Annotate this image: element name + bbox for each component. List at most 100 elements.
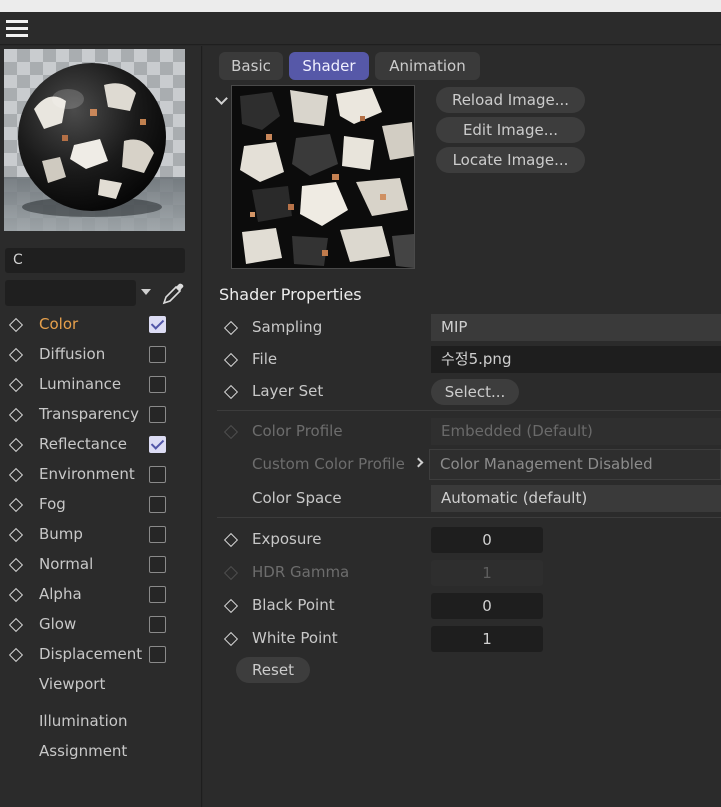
chevron-right-icon[interactable]	[413, 457, 424, 468]
keyframe-diamond-icon[interactable]	[8, 437, 24, 453]
separator	[217, 410, 721, 411]
channel-checkbox[interactable]	[149, 466, 166, 483]
keyframe-diamond-icon[interactable]	[8, 557, 24, 573]
assignment-item[interactable]: Assignment	[39, 742, 127, 760]
channel-item-glow[interactable]: Glow	[0, 611, 200, 641]
custom-color-profile-field: Color Management Disabled	[429, 449, 721, 480]
keyframe-diamond-icon[interactable]	[223, 384, 239, 400]
channel-item-diffusion[interactable]: Diffusion	[0, 341, 200, 371]
keyframe-diamond-icon[interactable]	[223, 352, 239, 368]
keyframe-diamond-icon[interactable]	[223, 532, 239, 548]
white-point-label: White Point	[252, 629, 338, 647]
layer-set-select-button[interactable]: Select...	[431, 379, 519, 405]
locate-image-button[interactable]: Locate Image...	[436, 147, 585, 173]
channel-panel: C Color Diffusion Luminance Transparency Ref…	[0, 46, 202, 807]
keyframe-diamond-icon	[223, 565, 239, 581]
channel-label: Color	[39, 315, 79, 333]
keyframe-diamond-icon[interactable]	[8, 587, 24, 603]
eyedropper-icon[interactable]	[160, 282, 186, 306]
channel-item-environment[interactable]: Environment	[0, 461, 200, 491]
channel-checkbox[interactable]	[149, 586, 166, 603]
channel-item-bump[interactable]: Bump	[0, 521, 200, 551]
tab-shader[interactable]: Shader	[289, 52, 369, 80]
channel-label: Alpha	[39, 585, 82, 603]
channel-checkbox[interactable]	[149, 436, 166, 453]
channel-checkbox[interactable]	[149, 316, 166, 333]
layer-set-label: Layer Set	[252, 382, 324, 400]
channel-item-reflectance[interactable]: Reflectance	[0, 431, 200, 461]
black-point-field[interactable]: 0	[431, 593, 543, 619]
channel-item-normal[interactable]: Normal	[0, 551, 200, 581]
exposure-field[interactable]: 0	[431, 527, 543, 553]
channel-label: Diffusion	[39, 345, 106, 363]
color-space-row: Color Space Automatic (default)	[203, 485, 721, 515]
sampling-row: Sampling MIP	[203, 314, 721, 344]
channel-checkbox[interactable]	[149, 406, 166, 423]
channel-item-alpha[interactable]: Alpha	[0, 581, 200, 611]
viewport-item[interactable]: Viewport	[39, 675, 105, 693]
channel-checkbox[interactable]	[149, 376, 166, 393]
separator	[217, 517, 721, 518]
tab-basic[interactable]: Basic	[219, 52, 283, 80]
channel-checkbox[interactable]	[149, 496, 166, 513]
channel-label: Environment	[39, 465, 135, 483]
channel-checkbox[interactable]	[149, 556, 166, 573]
white-point-field[interactable]: 1	[431, 626, 543, 652]
color-profile-dropdown: Embedded (Default)	[431, 418, 721, 445]
custom-color-profile-label: Custom Color Profile	[252, 455, 405, 473]
keyframe-diamond-icon[interactable]	[223, 598, 239, 614]
dropdown-arrow-icon[interactable]	[141, 289, 151, 295]
shader-panel: Basic Shader Animation Reload Image... E…	[203, 46, 721, 807]
menu-icon[interactable]	[6, 20, 28, 37]
chevron-down-icon[interactable]	[215, 92, 228, 105]
material-name-field[interactable]: C	[5, 248, 185, 273]
layer-set-row: Layer Set Select...	[203, 378, 721, 408]
channel-item-color[interactable]: Color	[0, 311, 200, 341]
keyframe-diamond-icon[interactable]	[8, 497, 24, 513]
channel-checkbox[interactable]	[149, 346, 166, 363]
material-preview[interactable]	[4, 49, 185, 231]
edit-image-button[interactable]: Edit Image...	[436, 117, 585, 143]
file-path-field[interactable]: 수정5.png	[431, 346, 721, 373]
channel-label: Fog	[39, 495, 66, 513]
exposure-row: Exposure 0	[203, 526, 721, 556]
color-space-dropdown[interactable]: Automatic (default)	[431, 485, 721, 512]
channel-checkbox[interactable]	[149, 646, 166, 663]
channel-item-displacement[interactable]: Displacement	[0, 641, 200, 671]
keyframe-diamond-icon[interactable]	[8, 527, 24, 543]
tab-animation[interactable]: Animation	[375, 52, 480, 80]
keyframe-diamond-icon[interactable]	[8, 617, 24, 633]
white-point-row: White Point 1	[203, 625, 721, 655]
texture-preview	[231, 85, 415, 269]
file-row: File 수정5.png	[203, 346, 721, 376]
reload-image-button[interactable]: Reload Image...	[436, 87, 585, 113]
channel-item-fog[interactable]: Fog	[0, 491, 200, 521]
sampling-dropdown[interactable]: MIP	[431, 314, 721, 341]
channel-label: Glow	[39, 615, 77, 633]
reset-button[interactable]: Reset	[236, 657, 310, 683]
channel-item-luminance[interactable]: Luminance	[0, 371, 200, 401]
window-top-strip	[0, 0, 721, 12]
channel-label: Normal	[39, 555, 94, 573]
keyframe-diamond-icon[interactable]	[8, 407, 24, 423]
hdr-gamma-row: HDR Gamma 1	[203, 559, 721, 589]
keyframe-diamond-icon[interactable]	[8, 647, 24, 663]
channel-checkbox[interactable]	[149, 526, 166, 543]
channel-label: Reflectance	[39, 435, 127, 453]
channel-label: Transparency	[39, 405, 140, 423]
keyframe-diamond-icon[interactable]	[8, 347, 24, 363]
custom-color-profile-row: Custom Color Profile Color Management Di…	[203, 449, 721, 481]
illumination-item[interactable]: Illumination	[39, 712, 127, 730]
keyframe-diamond-icon[interactable]	[223, 320, 239, 336]
channel-checkbox[interactable]	[149, 616, 166, 633]
keyframe-diamond-icon[interactable]	[223, 631, 239, 647]
keyframe-diamond-icon	[223, 424, 239, 440]
keyframe-diamond-icon[interactable]	[8, 467, 24, 483]
keyframe-diamond-icon[interactable]	[8, 317, 24, 333]
layer-field[interactable]	[5, 280, 136, 306]
exposure-label: Exposure	[252, 530, 322, 548]
channel-label: Bump	[39, 525, 83, 543]
channel-item-transparency[interactable]: Transparency	[0, 401, 200, 431]
black-point-row: Black Point 0	[203, 592, 721, 622]
keyframe-diamond-icon[interactable]	[8, 377, 24, 393]
